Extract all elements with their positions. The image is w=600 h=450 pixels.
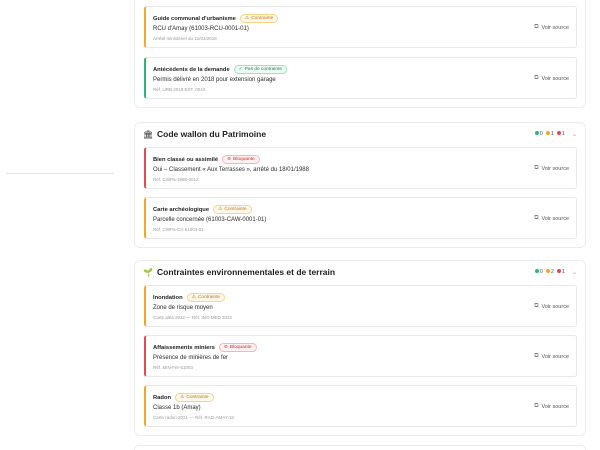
badge-label: Contrainte: [197, 295, 221, 300]
warning-count: 1: [550, 131, 554, 137]
card-ref: Réf. MIN-Fer-61003: [153, 365, 194, 370]
constraint-badge: ⚠ Contrainte: [239, 14, 279, 23]
card-ref: Arrêté ministériel du 12/03/2018: [153, 36, 217, 41]
status-counts: 0 1 1 ⌄: [534, 131, 577, 138]
constraint-badge: ⚠ Contrainte: [186, 293, 226, 302]
view-source-label: Voir source: [541, 353, 569, 360]
card-value: Oui – Classement « Aux Terrasses », arrê…: [153, 167, 309, 173]
group-header[interactable]: 🌱 Contraintes environnementales et de te…: [143, 264, 577, 280]
view-source-link[interactable]: ⧉ Voir source: [534, 24, 569, 31]
external-link-icon: ⧉: [534, 353, 539, 359]
view-source-link[interactable]: ⧉ Voir source: [534, 75, 569, 82]
check-icon: ✓: [238, 67, 243, 72]
constraint-badge: ⚠ Contrainte: [175, 393, 214, 402]
seedling-icon: 🌱: [143, 267, 153, 277]
external-link-icon: ⧉: [534, 303, 539, 309]
badge-label: Bloquante: [229, 345, 252, 350]
external-link-icon: ⧉: [534, 403, 539, 409]
card-ref: Réf. CWPa-CA-61003-01: [153, 227, 204, 232]
card-title: Bien classé ou assimilé: [153, 156, 219, 163]
group-urbanism: Guide communal d'urbanisme ⚠ Contrainte …: [134, 0, 586, 108]
view-source-label: Voir source: [541, 24, 569, 31]
card-guide-communal: Guide communal d'urbanisme ⚠ Contrainte …: [144, 6, 577, 48]
card-value: Permis délivré en 2018 pour extension ga…: [153, 77, 276, 83]
card-title: Affaissements miniers: [153, 344, 215, 351]
blocking-badge: ⊘ Bloquante: [218, 343, 257, 352]
card-inondation: Inondation ⚠ Contrainte Zone de risque m…: [144, 285, 577, 327]
view-source-label: Voir source: [541, 303, 569, 310]
group-header[interactable]: 🏛 Code wallon du Patrimoine 0 1 1 ⌄: [143, 126, 577, 142]
card-ref: Réf. CWPa-1988-0012: [153, 177, 199, 182]
view-source-link[interactable]: ⧉ Voir source: [534, 215, 569, 222]
constraint-badge: ⚠ Contrainte: [213, 205, 252, 214]
external-link-icon: ⧉: [534, 75, 539, 81]
card-title: Guide communal d'urbanisme: [153, 15, 236, 22]
group-patrimoine: 🏛 Code wallon du Patrimoine 0 1 1 ⌄ Bien…: [134, 122, 586, 248]
card-value: Parcelle concernée (61003-CAW-0001-01): [153, 217, 267, 223]
warning-count: 2: [550, 269, 554, 275]
chevron-down-icon[interactable]: ⌄: [572, 269, 577, 276]
card-title: Inondation: [153, 294, 183, 301]
card-carte-archeologique: Carte archéologique ⚠ Contrainte Parcell…: [144, 197, 577, 239]
external-link-icon: ⧉: [534, 215, 539, 221]
view-source-label: Voir source: [541, 165, 569, 172]
view-source-label: Voir source: [541, 403, 569, 410]
card-ref: Carte radon 2021 — Réf. RAD-AMAY-1b: [153, 415, 235, 420]
card-title: Carte archéologique: [153, 206, 210, 213]
ok-count: 0: [539, 269, 543, 275]
view-source-link[interactable]: ⧉ Voir source: [534, 353, 569, 360]
warning-icon: ⚠: [180, 395, 185, 400]
view-source-link[interactable]: ⧉ Voir source: [534, 403, 569, 410]
ok-count: 0: [539, 131, 543, 137]
badge-label: Bloquante: [233, 157, 255, 162]
card-ref: Carte aléa 2022 — Réf. INO MED 2022: [153, 315, 233, 320]
group-environnement: 🌱 Contraintes environnementales et de te…: [134, 260, 586, 436]
card-title: Radon: [153, 394, 172, 401]
group-title: Contraintes environnementales et de terr…: [157, 267, 336, 277]
blocking-badge: ⊘ Bloquante: [222, 155, 260, 164]
blocking-count: 1: [561, 131, 565, 137]
card-bien-classe: Bien classé ou assimilé ⊘ Bloquante Oui …: [144, 147, 577, 189]
card-title: Antécédents de la demande: [153, 66, 230, 73]
block-icon: ⊘: [223, 345, 228, 350]
museum-icon: 🏛: [143, 129, 154, 139]
card-value: Présence de minières de fer: [153, 355, 229, 361]
group-title: Code wallon du Patrimoine: [157, 129, 267, 139]
status-counts: 0 2 1 ⌄: [534, 269, 577, 276]
sidebar-divider: [6, 173, 114, 174]
external-link-icon: ⧉: [534, 24, 539, 30]
card-value: RCU d'Amay (61003-RCU-0001-01): [153, 26, 249, 32]
warning-icon: ⚠: [191, 295, 196, 300]
card-value: Classe 1b (Amay): [153, 405, 201, 411]
block-icon: ⊘: [227, 157, 232, 162]
card-antecedents: Antécédents de la demande ✓ Pas de contr…: [144, 57, 577, 99]
warning-icon: ⚠: [218, 207, 223, 212]
view-source-link[interactable]: ⧉ Voir source: [534, 165, 569, 172]
badge-label: Contrainte: [251, 16, 274, 21]
card-radon: Radon ⚠ Contrainte Classe 1b (Amay) Cart…: [144, 385, 577, 427]
card-affaissements-miniers: Affaissements miniers ⊘ Bloquante Présen…: [144, 335, 577, 377]
external-link-icon: ⧉: [534, 165, 539, 171]
card-value: Zone de risque moyen: [153, 305, 213, 311]
blocking-count: 1: [561, 269, 565, 275]
view-source-label: Voir source: [541, 75, 569, 82]
badge-label: Pas de contrainte: [244, 67, 283, 72]
badge-label: Contrainte: [186, 395, 209, 400]
warning-icon: ⚠: [244, 16, 250, 21]
view-source-link[interactable]: ⧉ Voir source: [534, 303, 569, 310]
next-group-edge: [134, 445, 586, 450]
view-source-label: Voir source: [541, 215, 569, 222]
badge-label: Contrainte: [224, 207, 247, 212]
no-constraint-badge: ✓ Pas de contrainte: [233, 65, 288, 74]
chevron-down-icon[interactable]: ⌄: [572, 131, 577, 138]
card-ref: Réf. URB 2018 EXT. 0043: [153, 87, 206, 92]
